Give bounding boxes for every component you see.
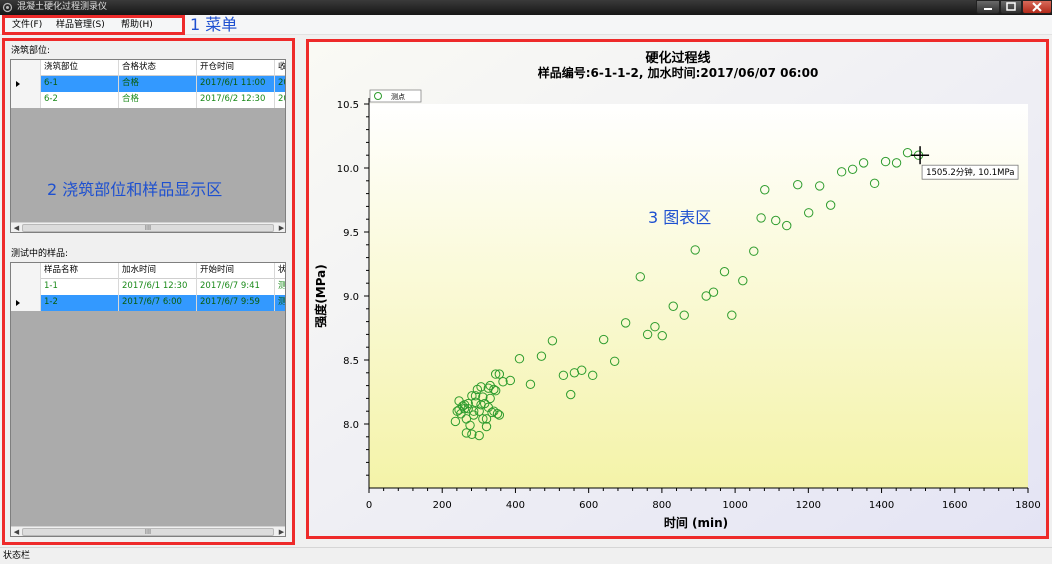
table-cell[interactable]: 2017/6/1 12:30 [119,279,197,295]
pour-grid-hscrollbar[interactable]: ◀ III ▶ [11,222,285,232]
scroll-right-icon[interactable]: ▶ [276,223,285,232]
status-bar: 状态栏 [0,547,1052,564]
close-button[interactable] [1022,0,1052,14]
table-cell[interactable]: 合格 [119,76,197,92]
maximize-button[interactable] [1000,0,1022,14]
x-tick-label: 600 [579,500,598,511]
scrollbar-grip-icon: III [144,528,152,536]
maximize-icon [1006,2,1016,11]
table-cell[interactable]: 2017/6/1 11:00 [197,76,275,92]
scrollbar-thumb[interactable]: III [22,224,274,232]
chart-subtitle: 样品编号:6-1-1-2, 加水时间:2017/06/07 06:00 [538,65,819,80]
table-cell[interactable]: 20 [275,92,285,108]
hardening-chart[interactable]: 硬化过程线 样品编号:6-1-1-2, 加水时间:2017/06/07 06:0… [307,40,1047,537]
scroll-left-icon[interactable]: ◀ [11,527,22,536]
table-cell[interactable]: 2017/6/7 9:41 [197,279,275,295]
menu-help[interactable]: 帮助(H) [121,20,153,31]
row-pointer-icon [16,81,20,87]
menu-sample-management[interactable]: 样品管理(S) [56,20,105,31]
table-row[interactable]: 6-1 合格 2017/6/1 11:00 20 [11,76,285,92]
menu-file[interactable]: 文件(F) [12,20,42,31]
row-header[interactable] [11,76,41,92]
y-axis-label: 强度(MPa) [313,264,328,327]
plot-area [369,104,1028,488]
x-tick-label: 0 [366,500,372,511]
close-icon [1032,2,1042,12]
table-cell[interactable]: 20 [275,76,285,92]
column-header[interactable]: 合格状态 [119,60,197,76]
y-tick-label: 10.5 [337,100,359,111]
x-axis-label: 时间 (min) [664,515,728,530]
chart-title: 硬化过程线 [645,50,710,66]
left-annotation-label: 2 浇筑部位和样品显示区 [47,180,223,199]
column-header[interactable]: 浇筑部位 [41,60,119,76]
column-header[interactable]: 状 [275,263,285,279]
row-header[interactable] [11,92,41,108]
menu-annotation-label: 1 菜单 [190,15,238,34]
window-title: 混凝土硬化过程测录仪 [17,2,108,12]
table-cell[interactable]: 测 [275,279,285,295]
y-tick-label: 10.0 [337,164,359,175]
scroll-left-icon[interactable]: ◀ [11,223,22,232]
testing-grid: 样品名称 加水时间 开始时间 状 1-1 2017/6/1 12:30 2017… [10,262,286,537]
y-tick-label: 8.5 [343,356,359,367]
x-tick-label: 200 [433,500,452,511]
title-bar: 混凝土硬化过程测录仪 [0,0,1052,15]
table-cell[interactable]: 测 [275,295,285,311]
testing-grid-header: 样品名称 加水时间 开始时间 状 [11,263,285,279]
y-tick-label: 8.0 [343,420,359,431]
left-panel: 浇筑部位: 浇筑部位 合格状态 开仓时间 收 6-1 合格 2017/6/1 1… [0,37,296,547]
status-text: 状态栏 [3,551,31,561]
testing-grid-hscrollbar[interactable]: ◀ III ▶ [11,526,285,536]
y-tick-label: 9.0 [343,292,359,303]
pour-grid-header: 浇筑部位 合格状态 开仓时间 收 [11,60,285,76]
x-tick-label: 1200 [796,500,821,511]
table-row[interactable]: 1-2 2017/6/7 6:00 2017/6/7 9:59 测 [11,295,285,311]
table-cell[interactable]: 2017/6/7 6:00 [119,295,197,311]
chart-annotation-label: 3 图表区 [648,208,711,227]
x-tick-label: 400 [506,500,525,511]
row-pointer-icon [16,300,20,306]
table-cell[interactable]: 1-1 [41,279,119,295]
column-header[interactable]: 开仓时间 [197,60,275,76]
table-cell[interactable]: 6-1 [41,76,119,92]
tooltip-text: 1505.2分钟, 10.1MPa [926,167,1014,178]
column-header[interactable]: 样品名称 [41,263,119,279]
table-cell[interactable]: 合格 [119,92,197,108]
pour-section-label: 浇筑部位: [11,46,51,56]
scroll-right-icon[interactable]: ▶ [276,527,285,536]
chart-panel[interactable]: 硬化过程线 样品编号:6-1-1-2, 加水时间:2017/06/07 06:0… [307,40,1047,537]
column-header[interactable]: 开始时间 [197,263,275,279]
pour-grid-corner [11,60,41,76]
minimize-icon [984,8,992,10]
table-cell[interactable]: 2017/6/2 12:30 [197,92,275,108]
y-tick-label: 9.5 [343,228,359,239]
x-tick-label: 1000 [722,500,747,511]
scrollbar-thumb[interactable]: III [22,528,274,536]
chart-legend: 测点 [369,89,422,103]
table-row[interactable]: 6-2 合格 2017/6/2 12:30 20 [11,92,285,108]
legend-label: 测点 [391,93,405,101]
table-cell[interactable]: 2017/6/7 9:59 [197,295,275,311]
testing-section-label: 测试中的样品: [11,249,69,259]
pour-grid: 浇筑部位 合格状态 开仓时间 收 6-1 合格 2017/6/1 11:00 2… [10,59,286,233]
x-tick-label: 800 [652,500,671,511]
scrollbar-grip-icon: III [144,224,152,232]
row-header[interactable] [11,295,41,311]
table-cell[interactable]: 1-2 [41,295,119,311]
x-tick-label: 1800 [1015,500,1040,511]
row-header[interactable] [11,279,41,295]
column-header[interactable]: 加水时间 [119,263,197,279]
menu-bar: 文件(F) 样品管理(S) 帮助(H) [0,15,1052,35]
x-tick-label: 1600 [942,500,967,511]
table-cell[interactable]: 6-2 [41,92,119,108]
table-row[interactable]: 1-1 2017/6/1 12:30 2017/6/7 9:41 测 [11,279,285,295]
app-icon [2,2,13,13]
x-tick-label: 1400 [869,500,894,511]
testing-grid-corner [11,263,41,279]
column-header[interactable]: 收 [275,60,285,76]
minimize-button[interactable] [976,0,1000,14]
